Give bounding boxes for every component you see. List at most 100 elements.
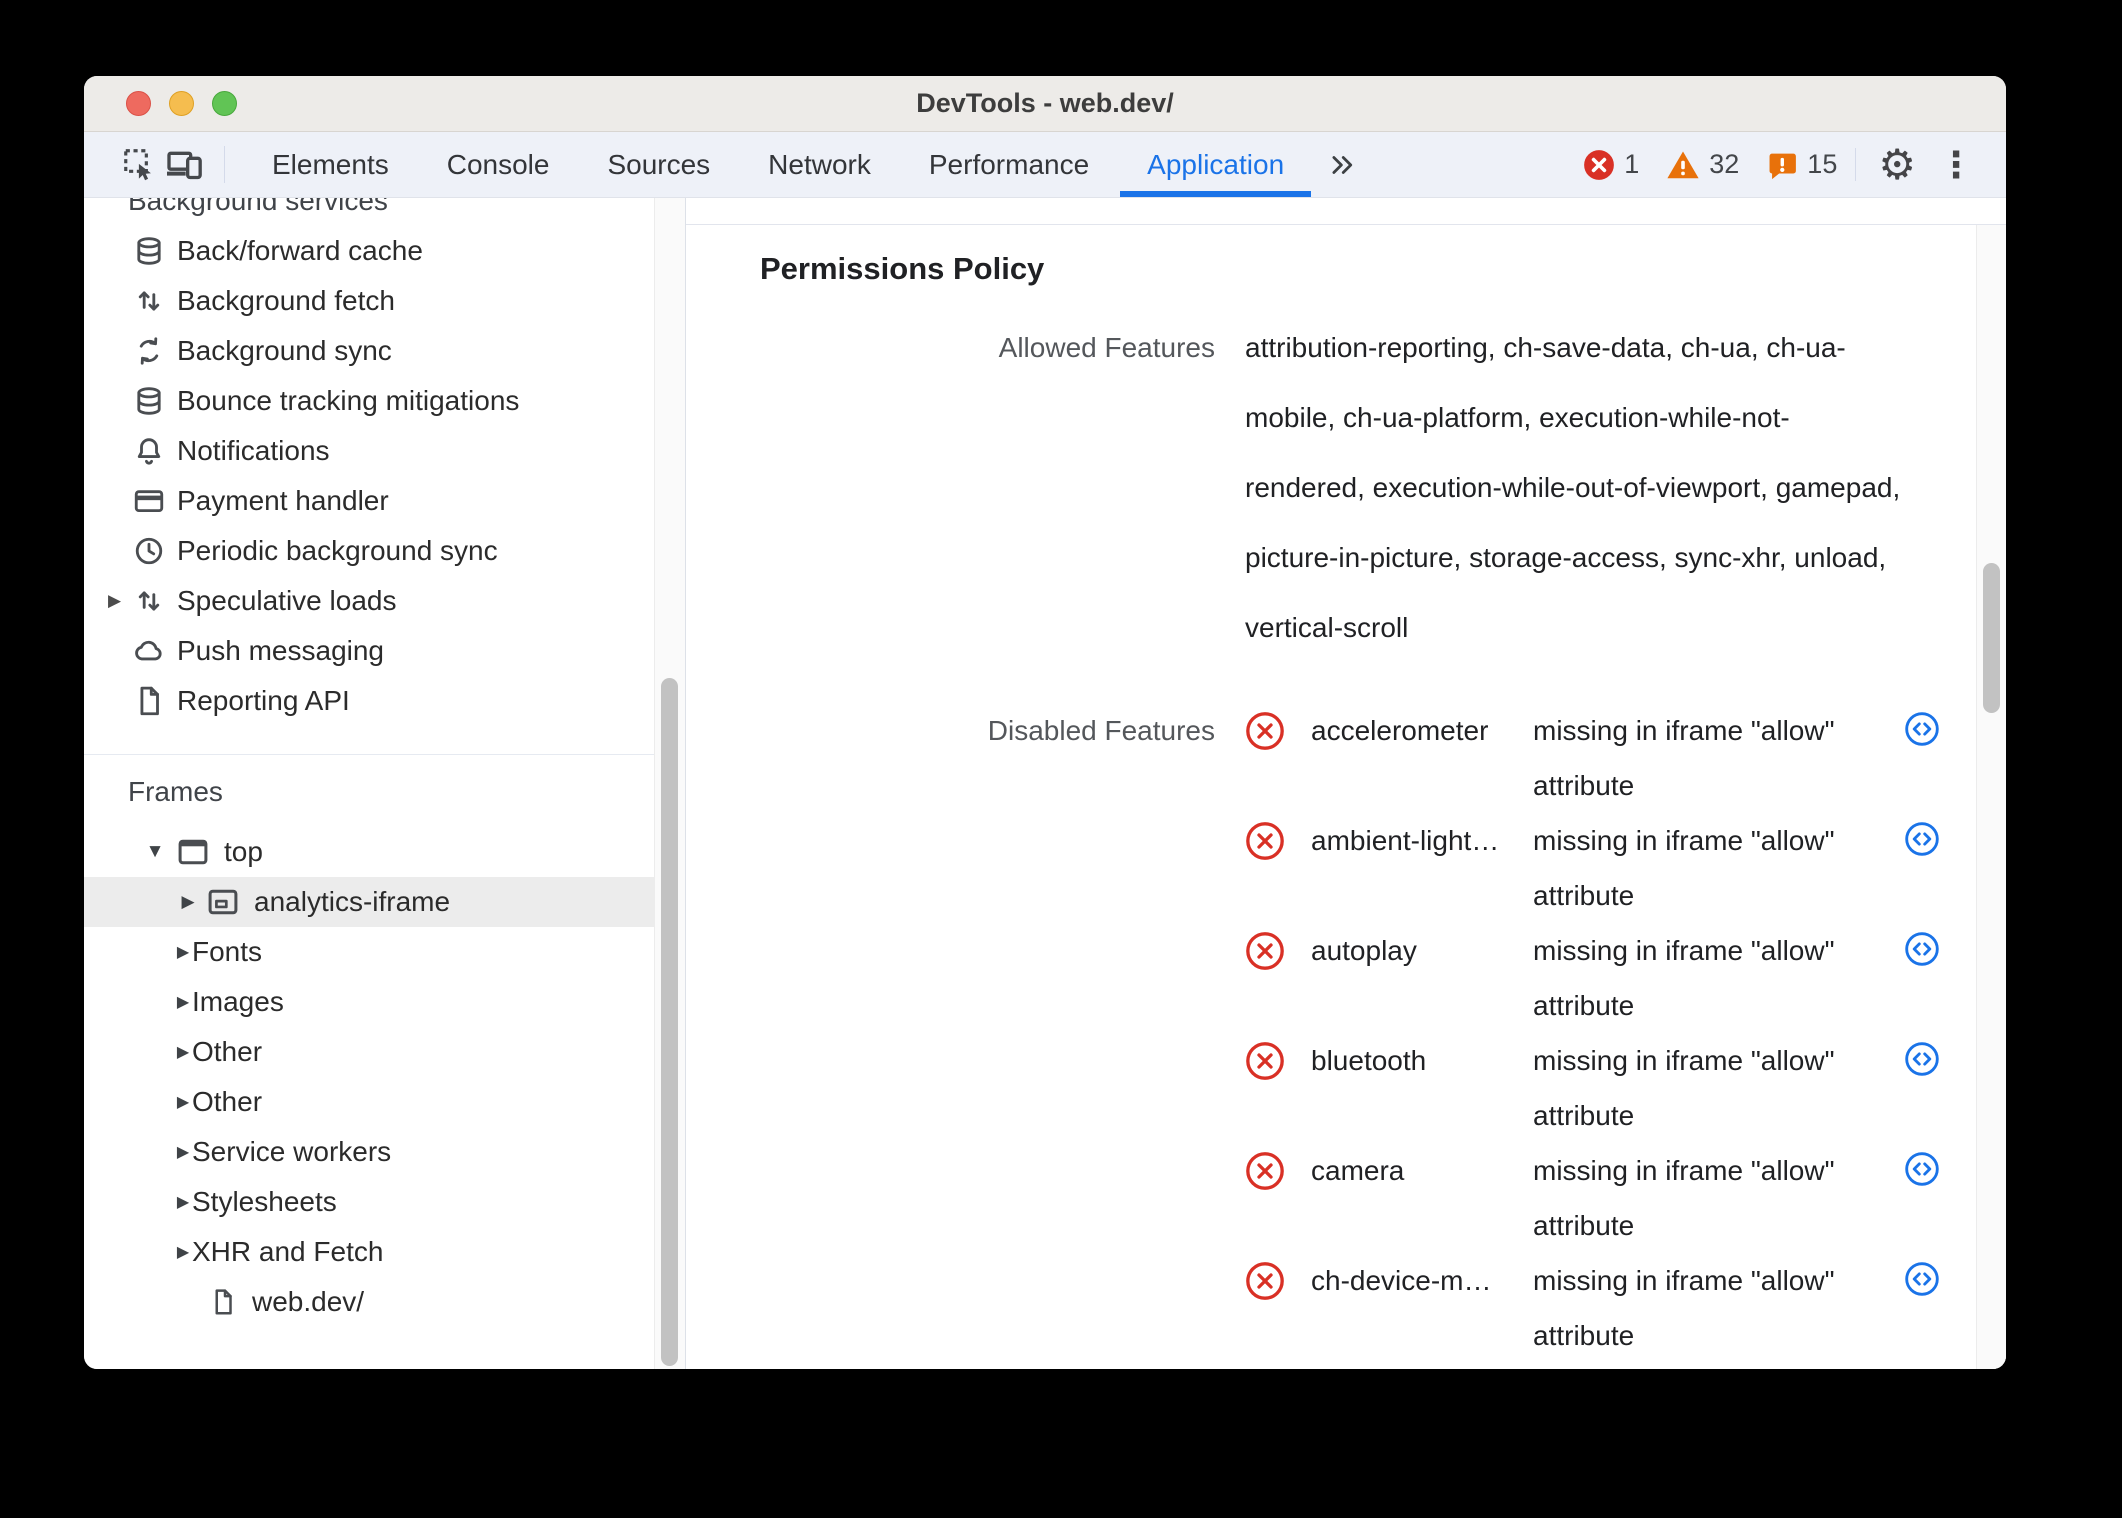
tree-item-label: Service workers	[192, 1136, 392, 1167]
settings-gear-icon[interactable]: ⚙	[1866, 132, 1928, 197]
frames-tree-item-analytics-iframe[interactable]: ▶ analytics-iframe	[84, 877, 655, 927]
view-source-icon[interactable]	[1904, 1041, 1940, 1077]
sidebar-scrollbar-thumb[interactable]	[661, 678, 678, 1366]
sidebar-section-divider	[84, 754, 655, 755]
tab-label: Console	[446, 148, 550, 180]
tab-sources[interactable]: Sources	[580, 132, 737, 197]
feature-name: ch-device-m…	[1311, 1265, 1492, 1296]
expand-triangle-icon[interactable]: ▶	[174, 942, 192, 962]
feature-status: missing in iframe "allow" attribute	[1533, 715, 1835, 801]
frames-tree-item-fonts[interactable]: ▶ Fonts	[84, 927, 655, 977]
desktop: { "colors": { "accent_blue": "#1a73e8", …	[0, 0, 2122, 1518]
sidebar-item-background-fetch[interactable]: Background fetch	[84, 276, 655, 326]
sidebar-item-back-forward-cache[interactable]: Back/forward cache	[84, 226, 655, 276]
window-title: DevTools - web.dev/	[916, 88, 1174, 118]
sidebar-item-periodic-background-sync[interactable]: Periodic background sync	[84, 526, 655, 576]
sidebar-item-speculative-loads[interactable]: ▶ Speculative loads	[84, 576, 655, 626]
tab-application[interactable]: Application	[1120, 132, 1312, 197]
blocked-icon	[1245, 821, 1285, 861]
frames-tree-item-images[interactable]: ▶ Images	[84, 977, 655, 1027]
error-count: 1	[1624, 149, 1640, 179]
sidebar-item-bounce-tracking-mitigations[interactable]: Bounce tracking mitigations	[84, 376, 655, 426]
expand-triangle-icon[interactable]: ▶	[174, 1242, 192, 1262]
devtools-window: DevTools - web.dev/ Elements Console Sourc…	[84, 76, 2006, 1369]
frames-tree-item-stylesheets[interactable]: ▶ Stylesheets	[84, 1177, 655, 1227]
zoom-window-button[interactable]	[212, 91, 237, 116]
tree-item-label: Stylesheets	[192, 1186, 337, 1217]
database-icon	[132, 234, 166, 268]
blocked-icon	[1245, 1261, 1285, 1301]
warning-badge[interactable]: 32	[1657, 147, 1747, 183]
sidebar-item-push-messaging[interactable]: Push messaging	[84, 626, 655, 676]
devtools-body: Background services Back/forward cache Ba…	[84, 198, 2006, 1369]
sidebar-item-label: Background fetch	[177, 285, 395, 316]
clock-icon	[132, 534, 166, 568]
sidebar-item-label: Bounce tracking mitigations	[177, 385, 520, 416]
expand-triangle-icon[interactable]: ▶	[174, 1192, 192, 1212]
expand-triangle-icon[interactable]: ▶	[174, 1142, 192, 1162]
sidebar-item-label: Payment handler	[177, 485, 389, 516]
bell-icon	[132, 434, 166, 468]
device-toolbar-icon[interactable]	[162, 132, 206, 197]
tree-item-label: Images	[192, 986, 284, 1017]
warning-count: 32	[1709, 149, 1740, 179]
sidebar-scrollbar[interactable]	[654, 198, 685, 1369]
issues-icon	[1769, 153, 1797, 179]
background-services-list: Back/forward cache Background fetch Backgr…	[84, 226, 655, 726]
frames-tree-item-other[interactable]: ▶ Other	[84, 1027, 655, 1077]
collapse-triangle-icon[interactable]: ▼	[144, 841, 166, 863]
section-header-frames: Frames	[128, 776, 223, 807]
frames-tree-item-xhr-and-fetch[interactable]: ▶ XHR and Fetch	[84, 1227, 655, 1277]
kebab-menu-icon[interactable]: ⋮	[1928, 132, 1984, 197]
frames-tree: ▼ top ▶ analytics-iframe ▶ Fonts ▶ Images ▶ Oth…	[84, 827, 655, 1327]
blocked-icon	[1245, 711, 1285, 751]
issues-badge[interactable]: 15	[1757, 148, 1845, 182]
view-source-icon[interactable]	[1904, 1261, 1940, 1297]
sidebar-item-notifications[interactable]: Notifications	[84, 426, 655, 476]
error-badge[interactable]: 1	[1574, 148, 1647, 182]
panel-scrollbar-thumb[interactable]	[1983, 563, 2000, 713]
expand-triangle-icon[interactable]: ▶	[108, 591, 132, 611]
tab-network[interactable]: Network	[741, 132, 898, 197]
tab-performance[interactable]: Performance	[902, 132, 1116, 197]
minimize-window-button[interactable]	[169, 91, 194, 116]
issue-count: 15	[1807, 149, 1838, 179]
devtools-toolbar: Elements Console Sources Network Performance…	[84, 132, 2006, 198]
expand-triangle-icon[interactable]: ▶	[174, 1042, 192, 1062]
view-source-icon[interactable]	[1904, 1151, 1940, 1187]
disabled-feature-row: autoplay missing in iframe "allow" attrib…	[1245, 923, 1977, 1033]
tree-item-label: Other	[192, 1086, 263, 1117]
frames-tree-item-other[interactable]: ▶ Other	[84, 1077, 655, 1127]
toolbar-divider	[224, 146, 225, 183]
sidebar-item-label: Background sync	[177, 335, 392, 366]
view-source-icon[interactable]	[1904, 711, 1940, 747]
tree-item-label: web.dev/	[252, 1286, 365, 1317]
tree-item-label: Fonts	[192, 936, 263, 967]
frames-tree-item-web-dev-[interactable]: web.dev/	[84, 1277, 655, 1327]
sidebar-item-label: Speculative loads	[177, 585, 397, 616]
view-source-icon[interactable]	[1904, 821, 1940, 857]
sidebar-item-label: Notifications	[177, 435, 330, 466]
sidebar-item-label: Reporting API	[177, 685, 350, 716]
expand-triangle-icon[interactable]: ▶	[174, 1092, 192, 1112]
sidebar-item-payment-handler[interactable]: Payment handler	[84, 476, 655, 526]
sidebar-item-background-sync[interactable]: Background sync	[84, 326, 655, 376]
credit-card-icon	[132, 484, 166, 518]
close-window-button[interactable]	[126, 91, 151, 116]
view-source-icon[interactable]	[1904, 931, 1940, 967]
sidebar-item-reporting-api[interactable]: Reporting API	[84, 676, 655, 726]
disabled-feature-row: camera missing in iframe "allow" attribut…	[1245, 1143, 1977, 1253]
panel-scrollbar[interactable]	[1976, 225, 2006, 1369]
frames-tree-item-service-workers[interactable]: ▶ Service workers	[84, 1127, 655, 1177]
application-sidebar: Background services Back/forward cache Ba…	[84, 198, 686, 1369]
tab-console[interactable]: Console	[420, 132, 577, 197]
frames-tree-item-top[interactable]: ▼ top	[84, 827, 655, 877]
more-tabs-icon[interactable]	[1313, 132, 1371, 197]
feature-name: camera	[1311, 1155, 1405, 1186]
expand-triangle-icon[interactable]: ▶	[174, 992, 192, 1012]
tab-elements[interactable]: Elements	[245, 132, 416, 197]
inspect-icon[interactable]	[118, 132, 162, 197]
iframe-icon	[204, 884, 242, 920]
feature-name: bluetooth	[1311, 1045, 1427, 1076]
expand-triangle-icon[interactable]: ▶	[178, 892, 198, 912]
